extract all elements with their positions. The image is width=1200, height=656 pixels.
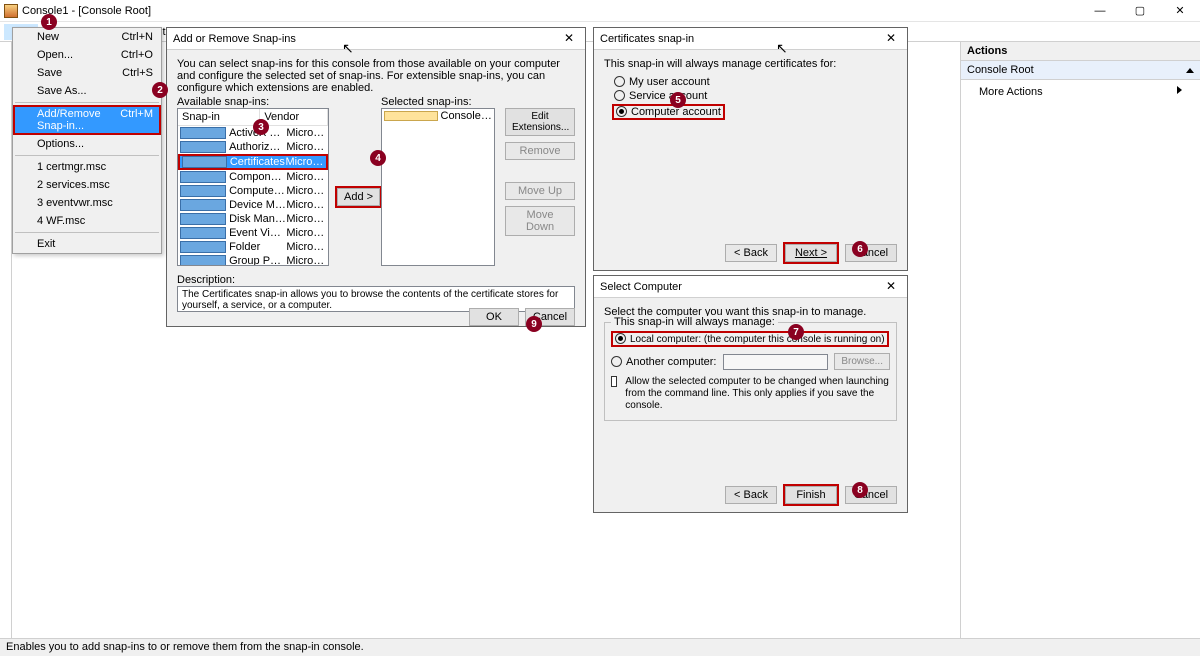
allow-change-label: Allow the selected computer to be change… (625, 376, 890, 412)
snapin-icon (180, 213, 226, 225)
add-button[interactable]: Add > (337, 188, 380, 206)
status-text: Enables you to add snap-ins to or remove… (6, 641, 364, 653)
selected-root: Console Root (441, 110, 493, 122)
annotation-badge-6: 6 (852, 241, 868, 257)
status-bar: Enables you to add snap-ins to or remove… (0, 638, 1200, 656)
folder-icon (384, 111, 438, 121)
radio-computer[interactable]: Computer account (612, 104, 725, 120)
radio-another-computer[interactable]: Another computer: (611, 356, 717, 368)
frame-label: This snap-in will always manage: (611, 316, 778, 328)
actions-pane: Actions Console Root More Actions (960, 42, 1200, 638)
actions-more[interactable]: More Actions (961, 80, 1200, 104)
dialog-title: Certificates snap-in (600, 33, 694, 45)
add-remove-snapins-dialog: Add or Remove Snap-ins ✕ You can select … (166, 27, 586, 327)
back-button[interactable]: < Back (725, 486, 777, 504)
annotation-badge-8: 8 (852, 482, 868, 498)
annotation-badge-4: 4 (370, 150, 386, 166)
snapin-row[interactable]: Disk ManagementMicrosoft and... (178, 212, 328, 226)
description-label: Description: (177, 274, 575, 286)
file-menu-item[interactable]: 3 eventvwr.msc (13, 194, 161, 212)
actions-more-label: More Actions (979, 86, 1043, 98)
file-menu-item[interactable]: Options... (13, 135, 161, 153)
snapin-icon (180, 199, 226, 211)
snapin-row[interactable]: Authorization ManagerMicrosoft Cor... (178, 140, 328, 154)
window-title: Console1 - [Console Root] (22, 5, 151, 17)
browse-button[interactable]: Browse... (834, 353, 890, 370)
edit-extensions-button[interactable]: Edit Extensions... (505, 108, 575, 136)
file-menu-item[interactable]: Exit (13, 235, 161, 253)
window-close-button[interactable]: ✕ (1160, 0, 1200, 22)
file-menu-item[interactable]: SaveCtrl+S (13, 64, 161, 82)
cursor-icon: ↖ (342, 40, 354, 57)
cert-intro: This snap-in will always manage certific… (604, 58, 897, 70)
selected-snapins-list[interactable]: Console Root (381, 108, 495, 266)
annotation-badge-9: 9 (526, 316, 542, 332)
move-up-button[interactable]: Move Up (505, 182, 575, 200)
snapin-row[interactable]: CertificatesMicrosoft Cor... (178, 154, 328, 170)
file-menu-item[interactable]: NewCtrl+N (13, 28, 161, 46)
actions-console-root[interactable]: Console Root (961, 61, 1200, 80)
snapin-icon (180, 185, 226, 197)
remove-button[interactable]: Remove (505, 142, 575, 160)
snapin-icon (180, 227, 226, 239)
available-snapins-list[interactable]: Snap-in Vendor ActiveX ControlMicrosoft … (177, 108, 329, 266)
col-vendor: Vendor (260, 109, 328, 125)
file-menu-item[interactable]: Open...Ctrl+O (13, 46, 161, 64)
snapin-icon (180, 241, 226, 253)
back-button[interactable]: < Back (725, 244, 777, 262)
annotation-badge-2: 2 (152, 82, 168, 98)
dialog-title: Select Computer (600, 281, 682, 293)
snapin-row[interactable]: Computer Managem...Microsoft Cor... (178, 184, 328, 198)
radio-my-user[interactable]: My user account (614, 76, 897, 88)
dialog-intro: You can select snap-ins for this console… (177, 58, 575, 94)
snapin-icon (182, 156, 227, 168)
radio-local-computer[interactable]: Local computer: (the computer this conso… (611, 331, 889, 347)
snapin-row[interactable]: Group Policy Object ...Microsoft Cor... (178, 254, 328, 266)
snapin-row[interactable]: Component ServicesMicrosoft Cor... (178, 170, 328, 184)
allow-change-checkbox[interactable] (611, 376, 617, 387)
select-computer-dialog: Select Computer ✕ Select the computer yo… (593, 275, 908, 513)
tree-pane (0, 42, 12, 638)
dialog-title: Add or Remove Snap-ins (173, 33, 296, 45)
annotation-badge-1: 1 (41, 14, 57, 30)
snapin-row[interactable]: FolderMicrosoft Cor... (178, 240, 328, 254)
file-menu-item[interactable]: Add/Remove Snap-in...Ctrl+M (13, 105, 161, 135)
file-menu-item[interactable]: 4 WF.msc (13, 212, 161, 230)
another-computer-input[interactable] (723, 354, 829, 370)
annotation-badge-5: 5 (670, 92, 686, 108)
cursor-icon: ↖ (776, 40, 788, 57)
actions-root-label: Console Root (967, 64, 1034, 76)
close-icon[interactable]: ✕ (877, 278, 905, 296)
ok-button[interactable]: OK (469, 308, 519, 326)
snapin-icon (180, 171, 226, 183)
next-button[interactable]: Next > (785, 244, 837, 262)
snapin-icon (180, 141, 226, 153)
finish-button[interactable]: Finish (785, 486, 837, 504)
window-maximize-button[interactable]: ▢ (1120, 0, 1160, 22)
window-minimize-button[interactable]: — (1080, 0, 1120, 22)
collapse-icon (1186, 68, 1194, 73)
radio-service[interactable]: Service account (614, 90, 897, 102)
col-snapin: Snap-in (178, 109, 260, 125)
annotation-badge-3: 3 (253, 119, 269, 135)
close-icon[interactable]: ✕ (555, 30, 583, 48)
annotation-badge-7: 7 (788, 324, 804, 340)
window-titlebar: Console1 - [Console Root] — ▢ ✕ (0, 0, 1200, 22)
mmc-icon (4, 4, 18, 18)
certificates-snapin-dialog: Certificates snap-in ✕ This snap-in will… (593, 27, 908, 271)
chevron-right-icon (1177, 86, 1182, 94)
snapin-icon (180, 127, 226, 139)
file-menu-item[interactable]: 1 certmgr.msc (13, 158, 161, 176)
snapin-row[interactable]: Device ManagerMicrosoft Cor... (178, 198, 328, 212)
file-menu-dropdown: NewCtrl+NOpen...Ctrl+OSaveCtrl+SSave As.… (12, 27, 162, 254)
actions-header: Actions (961, 42, 1200, 61)
file-menu-item[interactable]: 2 services.msc (13, 176, 161, 194)
close-icon[interactable]: ✕ (877, 30, 905, 48)
file-menu-item[interactable]: Save As... (13, 82, 161, 100)
available-label: Available snap-ins: (177, 96, 329, 108)
move-down-button[interactable]: Move Down (505, 206, 575, 236)
snapin-row[interactable]: Event ViewerMicrosoft Cor... (178, 226, 328, 240)
snapin-icon (180, 255, 226, 266)
selected-label: Selected snap-ins: (381, 96, 495, 108)
